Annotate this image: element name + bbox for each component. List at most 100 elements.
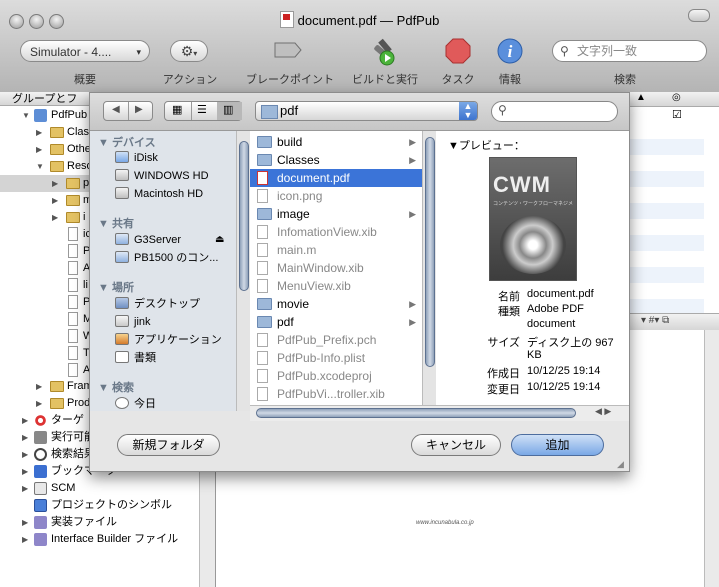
xib-file-icon xyxy=(257,225,268,239)
new-folder-button[interactable]: 新規フォルダ xyxy=(117,434,220,456)
back-arrow-icon[interactable]: ◀ xyxy=(112,104,120,115)
place-idisk[interactable]: iDisk xyxy=(115,149,158,167)
editor-scrollbar[interactable] xyxy=(704,330,719,587)
file-row-main-m[interactable]: main.m xyxy=(250,241,422,259)
file-name: image xyxy=(277,207,310,221)
new-folder-label: 新規フォルダ xyxy=(132,438,205,452)
back-forward-buttons[interactable]: ◀ ▶ xyxy=(103,101,153,121)
sheet-search-field[interactable]: ⚲ xyxy=(491,101,618,122)
horizontal-scrollbar[interactable]: ◀ ▶ xyxy=(250,405,629,421)
place-desktop[interactable]: デスクトップ xyxy=(115,295,200,313)
folder-icon xyxy=(50,144,64,155)
file-row-prefix-pch[interactable]: PdfPub_Prefix.pch xyxy=(250,331,422,349)
preview-value: document xyxy=(527,318,576,330)
file-name: PdfPub.xcodeproj xyxy=(277,369,372,383)
devices-header[interactable]: ▼ デバイス xyxy=(98,134,156,150)
xib-file-icon xyxy=(257,279,268,293)
chevron-right-icon: ▶ xyxy=(409,209,416,219)
tree-item-implementation-files[interactable]: ▶ 実装ファイル xyxy=(0,514,215,531)
place-applications[interactable]: アプリケーション xyxy=(115,331,222,349)
eject-icon[interactable]: ⏏ xyxy=(215,231,224,249)
place-macintosh-hd[interactable]: Macintosh HD xyxy=(115,185,203,203)
file-name: PdfPubVi...troller.xib xyxy=(277,387,385,401)
build-run-hammer-icon[interactable] xyxy=(370,36,398,66)
add-button[interactable]: 追加 xyxy=(511,434,604,456)
tasks-label: タスク xyxy=(441,74,475,86)
cover-artwork xyxy=(500,216,566,274)
disclosure-triangle-icon[interactable]: ▼ xyxy=(98,218,109,230)
disclosure-triangle-icon[interactable]: ▼ xyxy=(22,107,30,124)
action-button[interactable]: ⚙▾ xyxy=(170,40,208,62)
place-windows-hd[interactable]: WINDOWS HD xyxy=(115,167,209,185)
target-icon xyxy=(34,414,47,427)
place-label: 書類 xyxy=(134,352,156,364)
file-icon xyxy=(68,261,78,275)
scroll-arrows-icon[interactable]: ◀ ▶ xyxy=(595,406,611,417)
checkbox-checked-icon[interactable]: ☑ xyxy=(672,108,682,121)
search-icon: ⚲ xyxy=(560,44,569,58)
disclosure-triangle-icon[interactable]: ▼ xyxy=(98,282,109,294)
tree-item-ib-files[interactable]: ▶ Interface Builder ファイル xyxy=(0,531,215,548)
tree-item-label: ターゲ xyxy=(51,414,84,426)
search-input[interactable]: ⚲ 文字列一致 xyxy=(552,40,707,62)
file-row-viewcontroller-xib[interactable]: PdfPubVi...troller.xib xyxy=(250,385,422,403)
view-mode-buttons[interactable]: ▦ ☰ ▥ xyxy=(164,101,242,121)
scroll-thumb[interactable] xyxy=(239,141,249,291)
shared-header[interactable]: ▼ 共有 xyxy=(98,215,134,231)
build-run-label: ビルドと実行 xyxy=(352,74,418,86)
place-g3server[interactable]: G3Server ⏏ xyxy=(115,231,224,249)
breakpoint-button[interactable] xyxy=(273,40,303,60)
file-row-info-plist[interactable]: PdfPub-Info.plist xyxy=(250,349,422,367)
forward-arrow-icon[interactable]: ▶ xyxy=(135,104,143,115)
file-row-infomationview-xib[interactable]: InfomationView.xib xyxy=(250,223,422,241)
file-row-movie[interactable]: movie ▶ xyxy=(250,295,422,313)
window-title: document.pdf — PdfPub xyxy=(0,11,719,28)
file-row-document-pdf[interactable]: document.pdf xyxy=(250,169,422,187)
file-name: main.m xyxy=(277,243,317,257)
place-today[interactable]: 今日 xyxy=(115,395,156,411)
folder-icon xyxy=(66,178,80,189)
file-row-pdf[interactable]: pdf ▶ xyxy=(250,313,422,331)
file-row-xcodeproj[interactable]: PdfPub.xcodeproj xyxy=(250,367,422,385)
file-row-mainwindow-xib[interactable]: MainWindow.xib xyxy=(250,259,422,277)
disclosure-triangle-icon[interactable]: ▼ xyxy=(98,137,109,149)
xcode-window: document.pdf — PdfPub Simulator - 4.... ▾… xyxy=(0,0,719,587)
file-row-image[interactable]: image ▶ xyxy=(250,205,422,223)
icon-view-icon[interactable]: ▦ xyxy=(172,103,182,116)
file-row-classes[interactable]: Classes ▶ xyxy=(250,151,422,169)
place-label: PB1500 のコン... xyxy=(134,252,219,264)
scroll-thumb[interactable] xyxy=(425,137,435,367)
tree-item-label: SCM xyxy=(51,482,76,494)
places-header[interactable]: ▼ 場所 xyxy=(98,279,134,295)
horizontal-scroll-thumb[interactable] xyxy=(256,408,576,418)
stop-tasks-icon[interactable] xyxy=(445,38,471,64)
folder-icon xyxy=(257,208,272,220)
tree-item-project-symbols[interactable]: プロジェクトのシンボル xyxy=(0,497,215,514)
toolbar-toggle-button[interactable] xyxy=(688,9,710,22)
scheme-popup[interactable]: Simulator - 4.... ▾ xyxy=(20,40,150,62)
file-row-menuview-xib[interactable]: MenuView.xib xyxy=(250,277,422,295)
place-home[interactable]: jink xyxy=(115,313,151,331)
tree-item-label: PdfPub xyxy=(51,109,88,121)
tree-item-scm[interactable]: ▶ SCM xyxy=(0,480,215,497)
info-icon[interactable]: i xyxy=(497,38,523,64)
resize-grip-icon[interactable]: ◢ xyxy=(617,459,624,470)
editor-nav-icons[interactable]: ▾ #▾ ⧉ xyxy=(641,315,669,326)
location-popup[interactable]: pdf ▲ ▼ xyxy=(255,101,478,121)
place-documents[interactable]: 書類 xyxy=(115,349,156,367)
file-icon xyxy=(68,363,78,377)
file-row-icon-png[interactable]: icon.png xyxy=(250,187,422,205)
place-pb1500[interactable]: PB1500 のコン... xyxy=(115,249,218,267)
plist-file-icon xyxy=(257,351,268,365)
file-name: Classes xyxy=(277,153,320,167)
svg-text:i: i xyxy=(508,42,513,61)
list-view-icon[interactable]: ☰ xyxy=(197,103,207,116)
overview-label: 概要 xyxy=(74,74,96,86)
file-icon xyxy=(68,329,78,343)
disclosure-triangle-icon[interactable]: ▼ xyxy=(98,382,109,394)
column-view-icon[interactable]: ▥ xyxy=(223,103,233,116)
cancel-button[interactable]: キャンセル xyxy=(411,434,501,456)
search-for-header[interactable]: ▼ 検索 xyxy=(98,379,134,395)
file-row-build[interactable]: build ▶ xyxy=(250,133,422,151)
preview-value: ディスク上の 967 xyxy=(527,337,614,349)
